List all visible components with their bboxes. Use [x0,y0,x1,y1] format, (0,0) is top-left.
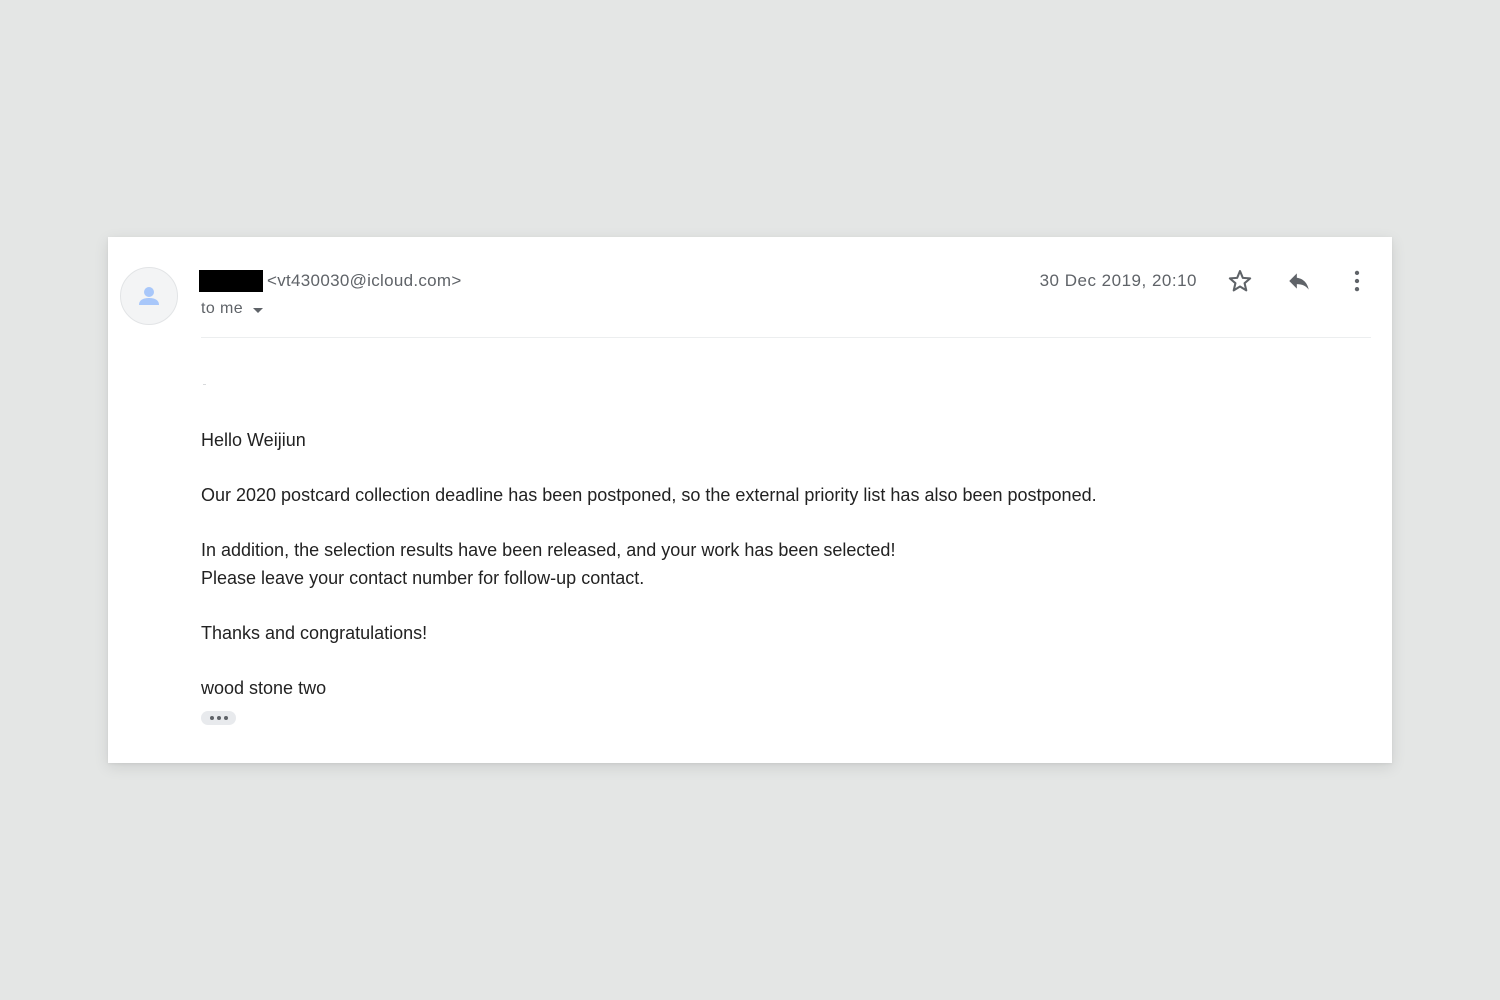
recipient-label: to me [201,300,244,317]
star-button[interactable] [1226,267,1254,295]
ellipsis-icon [209,716,214,720]
header-divider [201,337,1371,338]
email-card: <vt430030@icloud.com> to me 30 Dec 2019,… [108,237,1392,763]
closing: Thanks and congratulations! [201,623,428,643]
greeting: Hello Weijiun [201,430,306,450]
person-icon [139,287,159,305]
sender-avatar[interactable] [120,267,178,325]
more-vertical-icon [1354,270,1360,292]
reply-icon [1289,273,1309,290]
ellipsis-dot [216,716,221,720]
more-options-button[interactable] [1343,267,1371,295]
email-body: Hello Weijiun Our 2020 postcard collecti… [201,426,1351,702]
signature: wood stone two [201,678,327,698]
ellipsis-dot [223,716,228,720]
body-paragraph-2-line-1: In addition, the selection results have … [201,540,896,560]
body-speck [203,384,206,385]
sender-email[interactable]: <vt430030@icloud.com> [267,271,462,291]
show-trimmed-content-button[interactable] [201,711,236,725]
recipient-toggle[interactable]: to me [201,300,264,318]
sender-line: <vt430030@icloud.com> [199,270,462,292]
caret-down-icon [253,307,264,313]
redacted-sender-name [199,270,263,292]
body-paragraph-1: Our 2020 postcard collection deadline ha… [201,485,1097,505]
star-outline-icon [1228,270,1252,292]
body-paragraph-2-line-2: Please leave your contact number for fol… [201,568,645,588]
email-timestamp: 30 Dec 2019, 20:10 [1039,271,1197,290]
reply-button[interactable] [1285,267,1313,295]
